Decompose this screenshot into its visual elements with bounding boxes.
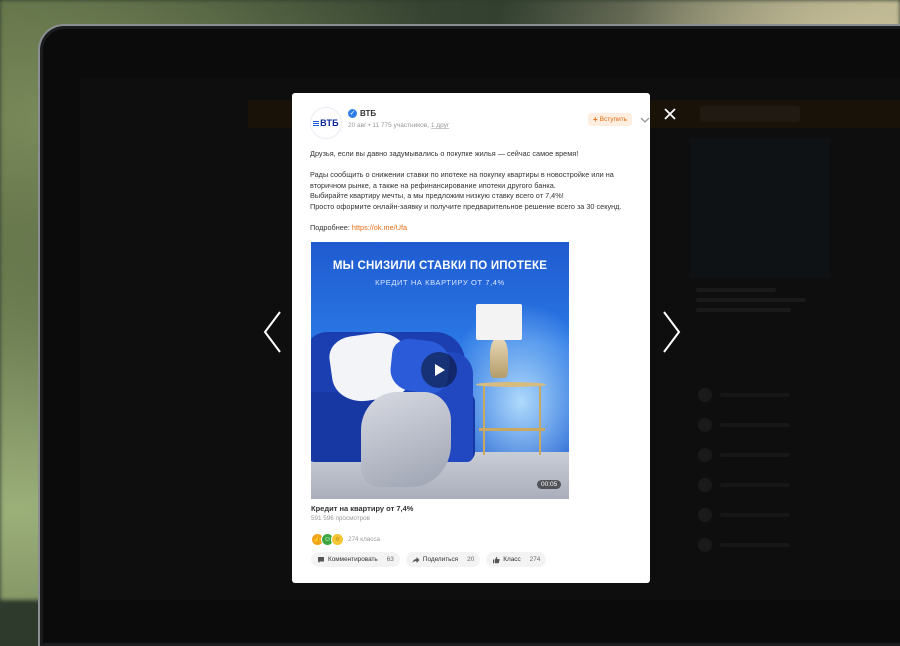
reactions-count: 274 класса — [348, 536, 381, 543]
close-modal-button[interactable] — [662, 106, 678, 122]
play-icon — [435, 364, 445, 376]
vtb-logo-icon — [313, 120, 320, 127]
plus-icon: + — [593, 115, 598, 124]
video-views: 591 596 просмотров — [311, 515, 370, 522]
post-menu-button[interactable] — [640, 113, 650, 125]
video-table-top — [476, 382, 546, 387]
class-label: Класс — [503, 556, 521, 563]
video-headline: МЫ СНИЗИЛИ СТАВКИ ПО ИПОТЕКЕ — [332, 260, 548, 272]
video-table-leg — [539, 385, 541, 455]
class-button[interactable]: Класс 274 — [486, 552, 547, 567]
chevron-down-icon — [640, 117, 650, 123]
video-lamp-shade — [476, 304, 522, 340]
previous-post-button[interactable] — [262, 310, 284, 354]
video-table-leg — [483, 385, 485, 455]
comment-button[interactable]: Комментировать 63 — [311, 552, 400, 567]
video-caption[interactable]: Кредит на квартиру от 7,4% — [311, 504, 413, 513]
chevron-left-icon — [263, 311, 281, 353]
play-button[interactable] — [421, 352, 457, 388]
author-line: ✓ ВТБ — [348, 109, 376, 118]
post-text-line: Просто оформите онлайн-заявку и получите… — [310, 201, 622, 211]
post-text-line: Рады сообщить о снижении ставки по ипоте… — [310, 170, 614, 180]
wow-icon: ○ — [331, 533, 344, 546]
post-meta: 20 авг • 11 775 участников, 1 друг — [348, 122, 449, 129]
video-lamp-body — [490, 338, 508, 378]
thumbs-up-icon — [493, 556, 500, 563]
post-date-members: 20 авг • 11 775 участников, — [348, 122, 431, 129]
class-count: 274 — [529, 556, 541, 563]
share-count: 20 — [467, 556, 475, 563]
next-post-button[interactable] — [660, 310, 682, 354]
video-table-shelf — [479, 428, 545, 431]
share-arrow-icon — [412, 556, 420, 563]
close-icon — [664, 108, 676, 120]
more-prefix: Подробнее: — [310, 223, 352, 233]
author-name[interactable]: ВТБ — [360, 109, 376, 118]
comment-label: Комментировать — [328, 556, 378, 563]
more-link[interactable]: https://ok.me/Ufa — [352, 223, 407, 232]
video-subheadline: КРЕДИТ НА КВАРТИРУ ОТ 7,4% — [375, 278, 505, 287]
chevron-right-icon — [663, 311, 681, 353]
post-text-line: Выбирайте квартиру мечты, а мы предложим… — [310, 191, 564, 201]
join-label: Вступить — [599, 116, 628, 123]
share-label: Поделиться — [422, 556, 459, 563]
comment-count: 63 — [386, 556, 394, 563]
more-line: Подробнее: https://ok.me/Ufa — [310, 223, 632, 234]
avatar-logo-text: ВТБ — [320, 118, 339, 128]
reactions-summary[interactable]: 👍 ☺ ○ 274 класса — [311, 533, 380, 546]
video-player[interactable]: МЫ СНИЗИЛИ СТАВКИ ПО ИПОТЕКЕ КРЕДИТ НА К… — [311, 242, 569, 499]
friends-link[interactable]: 1 друг — [431, 122, 449, 129]
verified-icon: ✓ — [348, 109, 357, 118]
post-text-line: Друзья, если вы давно задумывались о пок… — [310, 149, 579, 158]
avatar-logo: ВТБ — [313, 118, 339, 128]
video-blanket — [361, 392, 451, 487]
post-body: Друзья, если вы давно задумывались о пок… — [310, 149, 632, 234]
share-button[interactable]: Поделиться 20 — [405, 552, 481, 567]
post-header: ВТБ ✓ ВТБ 20 авг • 11 775 участников, 1 … — [310, 107, 650, 139]
post-actions: Комментировать 63 Поделиться 20 Класс 27… — [311, 552, 547, 567]
group-avatar[interactable]: ВТБ — [310, 107, 342, 139]
post-modal: ВТБ ✓ ВТБ 20 авг • 11 775 участников, 1 … — [292, 93, 650, 583]
join-group-button[interactable]: + Вступить — [588, 113, 633, 126]
video-duration: 00:05 — [537, 480, 562, 489]
comment-icon — [318, 556, 324, 563]
post-text-line: вторичном рынке, а также на рефинансиров… — [310, 180, 556, 190]
